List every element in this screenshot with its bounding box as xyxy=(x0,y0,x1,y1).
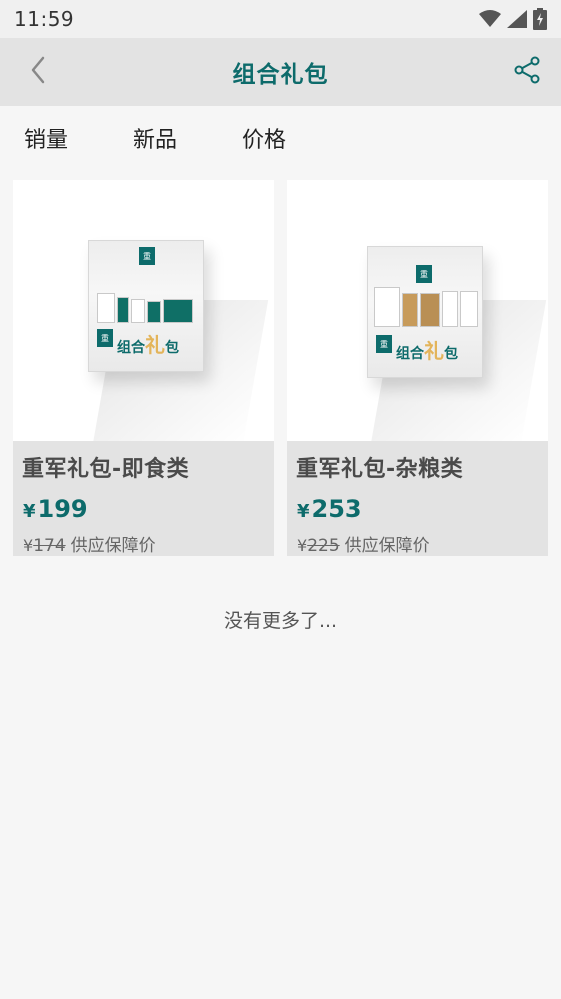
product-card[interactable]: 重 重 组合礼包 重军礼包-即食类 ¥199 ¥174 供应保障价 xyxy=(13,180,274,556)
product-image: 重 重 组合礼包 xyxy=(13,180,274,441)
product-name: 重军礼包-即食类 xyxy=(22,457,190,482)
sort-tab-sales[interactable]: 销量 xyxy=(24,122,68,154)
product-original-price: ¥225 供应保障价 xyxy=(297,536,430,556)
status-icons xyxy=(479,8,547,30)
product-info: 重军礼包-即食类 ¥199 ¥174 供应保障价 xyxy=(13,441,274,556)
product-name: 重军礼包-杂粮类 xyxy=(296,457,464,482)
product-image: 重 重 组合礼包 xyxy=(287,180,548,441)
product-original-price: ¥174 供应保障价 xyxy=(23,536,156,556)
sort-tab-price[interactable]: 价格 xyxy=(242,122,286,154)
status-bar: 11:59 xyxy=(0,0,561,38)
chevron-left-icon xyxy=(30,56,46,88)
product-price: ¥199 xyxy=(23,495,88,523)
header: 组合礼包 xyxy=(0,38,561,106)
signal-icon xyxy=(507,10,527,28)
share-icon xyxy=(513,56,541,88)
share-button[interactable] xyxy=(507,52,547,92)
product-info: 重军礼包-杂粮类 ¥253 ¥225 供应保障价 xyxy=(287,441,548,556)
sort-tab-new[interactable]: 新品 xyxy=(133,122,177,154)
product-price: ¥253 xyxy=(297,495,362,523)
no-more-text: 没有更多了... xyxy=(223,610,338,632)
battery-icon xyxy=(533,8,547,30)
wifi-icon xyxy=(479,10,501,28)
product-card[interactable]: 重 重 组合礼包 重军礼包-杂粮类 ¥253 ¥225 供应保障价 xyxy=(287,180,548,556)
sort-bar: 销量 新品 价格 xyxy=(0,106,561,166)
back-button[interactable] xyxy=(18,52,58,92)
status-time: 11:59 xyxy=(14,7,75,31)
page-title: 组合礼包 xyxy=(232,62,329,88)
